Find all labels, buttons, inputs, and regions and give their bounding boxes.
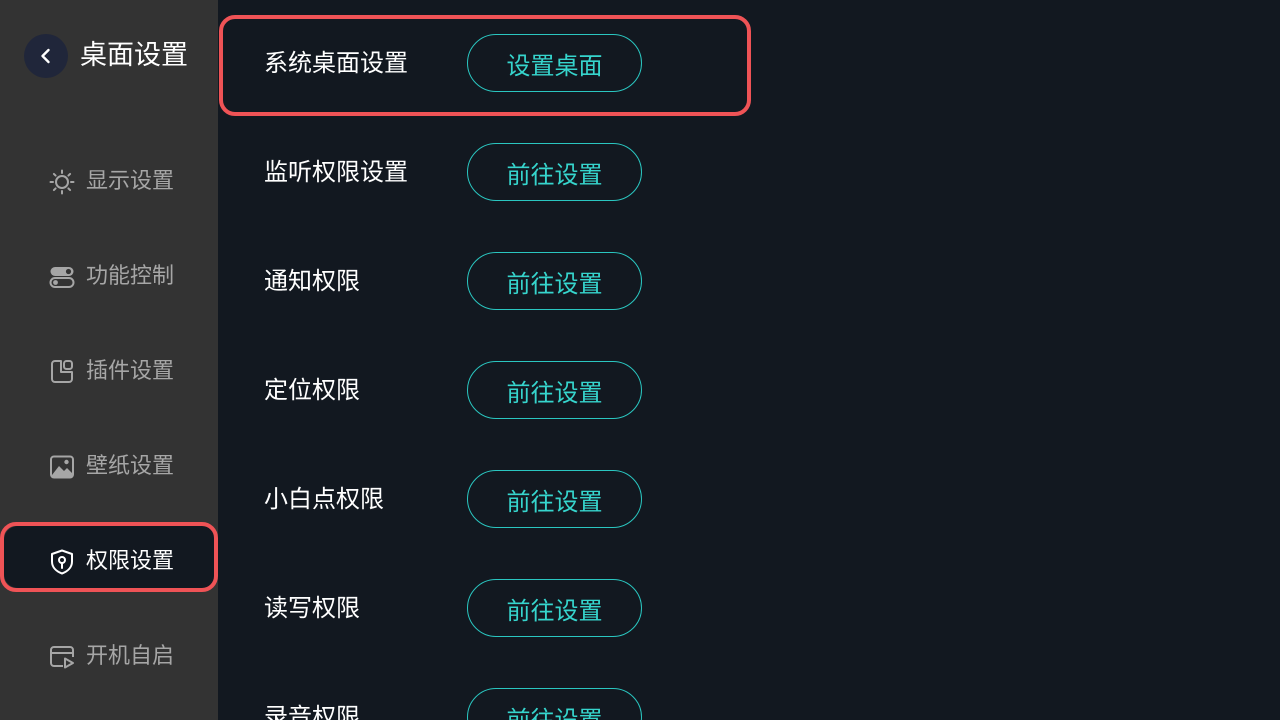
setting-row-location-permission: 定位权限 前往设置	[264, 361, 764, 421]
row-label: 监听权限设置	[264, 158, 408, 186]
go-settings-button[interactable]: 前往设置	[467, 143, 642, 201]
go-settings-button[interactable]: 前往设置	[467, 579, 642, 637]
header: 桌面设置	[0, 0, 218, 112]
toggle-icon	[48, 263, 76, 291]
app: 桌面设置 显示设置 功能控制 插件设置 壁纸设置 权限设置 开机自启 系统桌面设…	[0, 0, 1280, 720]
sidebar-item-plugin[interactable]: 插件设置	[48, 352, 208, 392]
widget-icon	[48, 358, 76, 386]
row-label: 通知权限	[264, 267, 360, 295]
go-settings-button[interactable]: 前往设置	[467, 688, 642, 720]
go-settings-button[interactable]: 前往设置	[467, 361, 642, 419]
sun-icon	[48, 168, 76, 196]
row-label: 小白点权限	[264, 485, 384, 513]
row-label: 读写权限	[264, 594, 360, 622]
sidebar-item-function-control[interactable]: 功能控制	[48, 257, 208, 297]
setting-row-record-permission: 录音权限 前往设置	[264, 688, 764, 720]
chevron-left-icon	[41, 48, 50, 64]
sidebar-item-label: 插件设置	[86, 359, 175, 384]
autostart-icon	[48, 643, 76, 671]
sidebar-item-label: 开机自启	[86, 644, 175, 669]
set-desktop-button[interactable]: 设置桌面	[467, 34, 642, 92]
row-label: 系统桌面设置	[264, 49, 408, 77]
back-button[interactable]	[24, 34, 68, 78]
go-settings-button[interactable]: 前往设置	[467, 470, 642, 528]
sidebar-item-wallpaper[interactable]: 壁纸设置	[48, 447, 208, 487]
setting-row-notification-permission: 通知权限 前往设置	[264, 252, 764, 312]
image-icon	[48, 453, 76, 481]
row-label: 录音权限	[264, 703, 360, 720]
sidebar-item-label: 功能控制	[86, 264, 175, 289]
sidebar-item-label: 壁纸设置	[86, 454, 175, 479]
sidebar-item-display[interactable]: 显示设置	[48, 162, 208, 202]
row-label: 定位权限	[264, 376, 360, 404]
sidebar: 桌面设置 显示设置 功能控制 插件设置 壁纸设置 权限设置 开机自启	[0, 0, 218, 720]
setting-row-storage-permission: 读写权限 前往设置	[264, 579, 764, 639]
shield-icon	[48, 548, 76, 576]
go-settings-button[interactable]: 前往设置	[467, 252, 642, 310]
setting-row-listen-permission: 监听权限设置 前往设置	[264, 143, 764, 203]
page-title: 桌面设置	[80, 40, 188, 71]
sidebar-item-label: 权限设置	[86, 549, 175, 574]
sidebar-item-autostart[interactable]: 开机自启	[48, 637, 208, 677]
setting-row-floating-dot-permission: 小白点权限 前往设置	[264, 470, 764, 530]
sidebar-item-permission[interactable]: 权限设置	[48, 542, 208, 582]
sidebar-item-label: 显示设置	[86, 169, 175, 194]
setting-row-system-desktop: 系统桌面设置 设置桌面	[264, 34, 764, 94]
